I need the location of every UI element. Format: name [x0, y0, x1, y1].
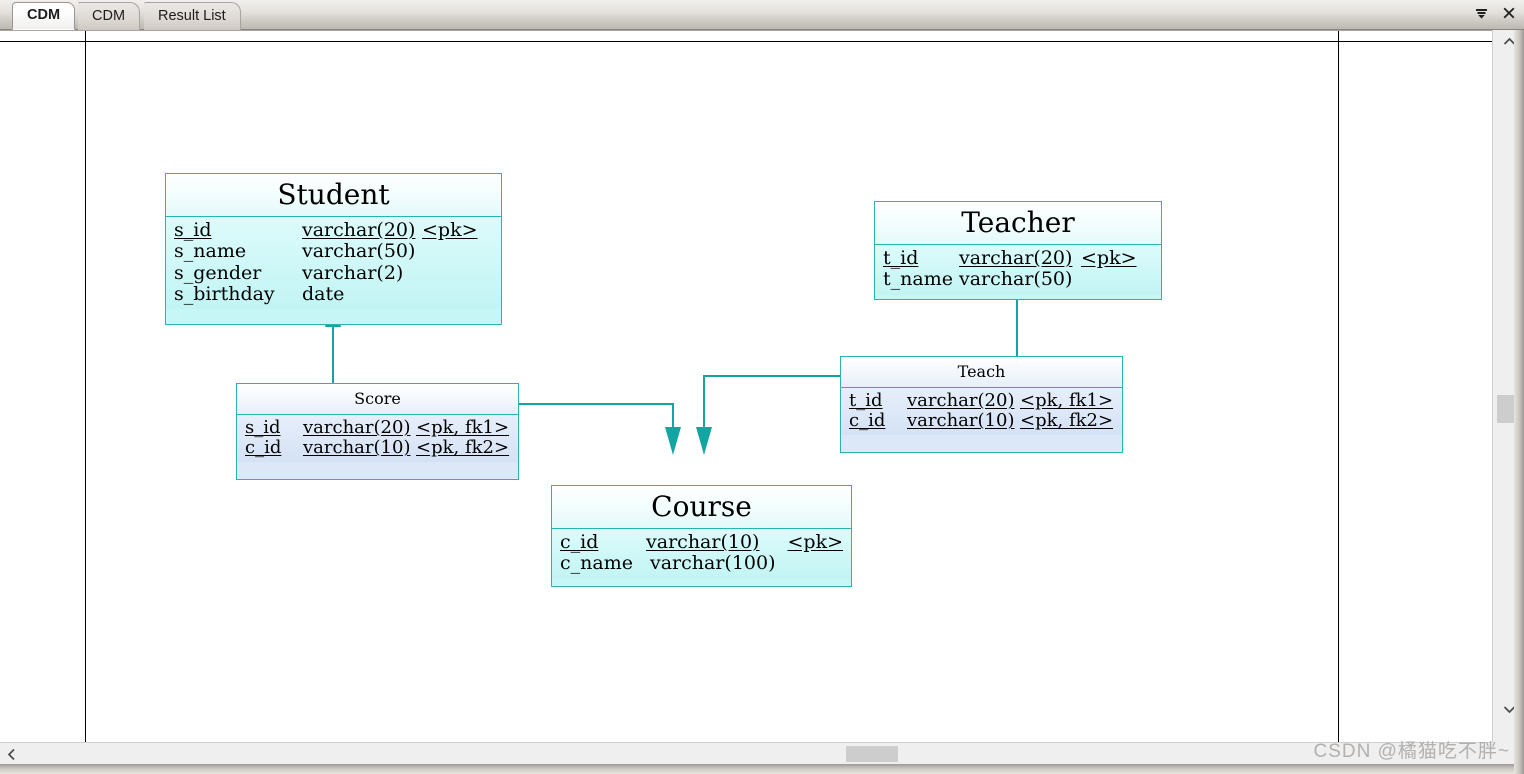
attribute-row[interactable]: s_idvarchar(20)<pk> — [174, 220, 493, 241]
attribute-name: s_name — [174, 241, 302, 262]
diagram-canvas[interactable]: Students_idvarchar(20)<pk>s_namevarchar(… — [0, 31, 1492, 742]
attribute-row[interactable]: t_idvarchar(20)<pk> — [883, 248, 1153, 269]
window-bottom-frame — [0, 764, 1524, 774]
page-guide-left — [85, 31, 86, 742]
relationship-connectors — [0, 31, 1492, 742]
horizontal-scrollbar[interactable] — [0, 742, 1492, 764]
attribute-type: varchar(10) — [646, 532, 787, 553]
entity-teacher[interactable]: Teachert_idvarchar(20)<pk>t_namevarchar(… — [874, 201, 1162, 300]
diagram-canvas-viewport[interactable]: Students_idvarchar(20)<pk>s_namevarchar(… — [0, 30, 1492, 742]
page-guide-top — [0, 41, 1492, 42]
attribute-row[interactable]: t_namevarchar(50) — [883, 269, 1153, 290]
attribute-name: s_id — [174, 220, 302, 241]
attribute-type: varchar(10) — [907, 411, 1020, 431]
attribute-type: varchar(50) — [959, 269, 1081, 290]
entity-score[interactable]: Scores_idvarchar(20)<pk, fk1>c_idvarchar… — [236, 383, 519, 480]
attribute-name: t_id — [849, 391, 907, 411]
attribute-key: <pk, fk2> — [416, 438, 509, 458]
attribute-key: <pk, fk1> — [416, 418, 509, 438]
scroll-left-icon[interactable] — [0, 743, 22, 765]
attribute-key: <pk> — [787, 532, 843, 553]
tab-cdm-primary[interactable]: CDM — [12, 2, 75, 30]
attribute-name: c_id — [849, 411, 907, 431]
attribute-name: c_id — [245, 438, 303, 458]
attribute-type: varchar(20) — [302, 220, 422, 241]
tab-label: Result List — [158, 8, 226, 24]
entity-title-student: Student — [166, 174, 501, 217]
entity-course[interactable]: Coursec_idvarchar(10)<pk>c_namevarchar(1… — [551, 485, 852, 587]
tab-label: CDM — [92, 8, 125, 24]
entity-title-score: Score — [237, 384, 518, 415]
tab-label: CDM — [27, 7, 60, 23]
attribute-name: c_name — [560, 553, 650, 574]
attribute-type: varchar(10) — [303, 438, 416, 458]
attribute-row[interactable]: s_namevarchar(50) — [174, 241, 493, 262]
tab-list-dropdown-icon[interactable] — [1472, 4, 1490, 22]
entity-attributes-teach: t_idvarchar(20)<pk, fk1>c_idvarchar(10)<… — [841, 388, 1122, 435]
attribute-row[interactable]: c_namevarchar(100) — [560, 553, 843, 574]
tab-bar: CDM CDM Result List — [0, 0, 1524, 30]
app-window: CDM CDM Result List — [0, 0, 1524, 774]
entity-teach[interactable]: Teacht_idvarchar(20)<pk, fk1>c_idvarchar… — [840, 356, 1123, 453]
entity-attributes-course: c_idvarchar(10)<pk>c_namevarchar(100) — [552, 529, 851, 579]
attribute-row[interactable]: c_idvarchar(10)<pk, fk2> — [849, 411, 1114, 431]
tab-cdm-secondary[interactable]: CDM — [78, 2, 140, 30]
attribute-type: varchar(20) — [907, 391, 1020, 411]
tab-result-list[interactable]: Result List — [144, 2, 241, 30]
attribute-row[interactable]: t_idvarchar(20)<pk, fk1> — [849, 391, 1114, 411]
attribute-key: <pk> — [422, 220, 478, 241]
attribute-type: date — [302, 284, 422, 305]
attribute-type: varchar(50) — [302, 241, 422, 262]
attribute-key: <pk> — [1081, 248, 1137, 269]
entity-title-course: Course — [552, 486, 851, 529]
entity-title-teacher: Teacher — [875, 202, 1161, 245]
horizontal-scrollbar-thumb[interactable] — [846, 746, 898, 762]
attribute-key: <pk, fk1> — [1020, 391, 1113, 411]
entity-title-teach: Teach — [841, 357, 1122, 388]
attribute-name: t_id — [883, 248, 959, 269]
attribute-type: varchar(2) — [302, 263, 422, 284]
attribute-row[interactable]: s_gendervarchar(2) — [174, 263, 493, 284]
page-guide-right — [1338, 31, 1339, 742]
attribute-row[interactable]: s_idvarchar(20)<pk, fk1> — [245, 418, 510, 438]
close-icon[interactable] — [1500, 4, 1518, 22]
attribute-type: varchar(20) — [303, 418, 416, 438]
arrowhead-course-from-teach — [696, 427, 712, 455]
connector-teach-course[interactable] — [704, 376, 840, 435]
entity-attributes-score: s_idvarchar(20)<pk, fk1>c_idvarchar(10)<… — [237, 415, 518, 462]
attribute-type: varchar(20) — [959, 248, 1081, 269]
window-right-frame — [1514, 30, 1524, 774]
attribute-row[interactable]: c_idvarchar(10)<pk, fk2> — [245, 438, 510, 458]
attribute-key: <pk, fk2> — [1020, 411, 1113, 431]
connector-score-course[interactable] — [519, 404, 673, 435]
attribute-name: c_id — [560, 532, 646, 553]
attribute-row[interactable]: c_idvarchar(10)<pk> — [560, 532, 843, 553]
entity-student[interactable]: Students_idvarchar(20)<pk>s_namevarchar(… — [165, 173, 502, 325]
attribute-name: s_gender — [174, 263, 302, 284]
tab-bar-controls — [1472, 4, 1518, 22]
attribute-name: t_name — [883, 269, 959, 290]
arrowhead-course-from-score — [665, 427, 681, 455]
entity-attributes-teacher: t_idvarchar(20)<pk>t_namevarchar(50) — [875, 245, 1161, 295]
attribute-row[interactable]: s_birthdaydate — [174, 284, 493, 305]
attribute-type: varchar(100) — [650, 553, 798, 574]
attribute-name: s_birthday — [174, 284, 302, 305]
attribute-name: s_id — [245, 418, 303, 438]
entity-attributes-student: s_idvarchar(20)<pk>s_namevarchar(50)s_ge… — [166, 217, 501, 309]
